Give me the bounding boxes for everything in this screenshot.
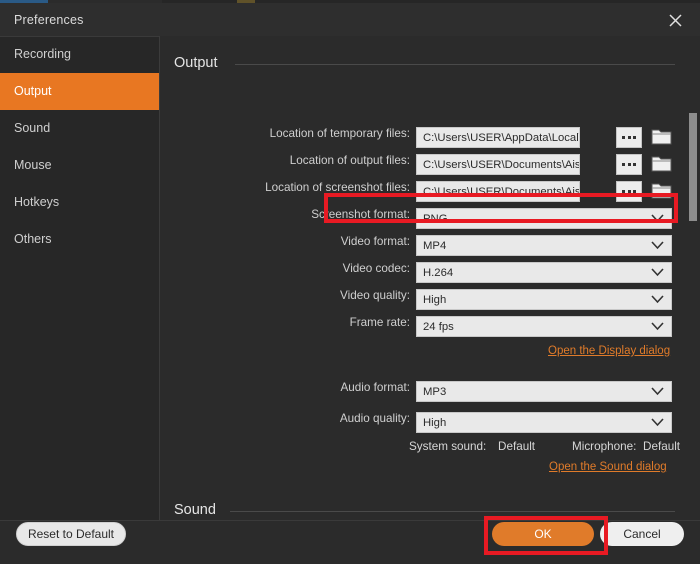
window-title: Preferences	[14, 13, 84, 27]
dot	[633, 190, 636, 193]
field-value: MP3	[417, 386, 446, 398]
settings-panel: Output Location of temporary files: C:\U…	[160, 36, 700, 520]
link-open-display-dialog[interactable]: Open the Display dialog	[548, 345, 670, 357]
title-bar: Preferences	[0, 3, 700, 36]
select-video-quality[interactable]: High	[416, 289, 672, 310]
chevron-down-icon	[651, 387, 664, 399]
label-location-temporary-files: Location of temporary files:	[160, 127, 410, 140]
chevron-down-icon	[651, 322, 664, 334]
sidebar-item-label: Recording	[14, 47, 71, 61]
folder-icon-temporary-files[interactable]	[651, 128, 672, 146]
input-location-screenshot-files[interactable]: C:\Users\USER\Documents\Aiseeso	[416, 181, 580, 202]
select-frame-rate[interactable]: 24 fps	[416, 316, 672, 337]
sidebar-item-recording[interactable]: Recording	[0, 36, 160, 73]
chevron-down-icon	[651, 241, 664, 253]
label-video-format: Video format:	[160, 235, 410, 248]
chevron-down-icon	[651, 418, 664, 430]
sidebar-item-hotkeys[interactable]: Hotkeys	[0, 184, 160, 221]
label-video-quality: Video quality:	[160, 289, 410, 302]
folder-icon-screenshot-files[interactable]	[651, 182, 672, 200]
dot	[628, 190, 631, 193]
browse-button-temporary-files[interactable]	[616, 127, 642, 148]
field-value: H.264	[417, 267, 453, 279]
scrollbar-thumb[interactable]	[689, 113, 697, 221]
cancel-button[interactable]: Cancel	[600, 522, 684, 546]
field-value: 24 fps	[417, 321, 454, 333]
select-screenshot-format[interactable]: PNG	[416, 208, 672, 229]
dot	[633, 163, 636, 166]
label-video-codec: Video codec:	[160, 262, 410, 275]
link-open-sound-dialog[interactable]: Open the Sound dialog	[549, 461, 667, 473]
folder-icon-output-files[interactable]	[651, 155, 672, 173]
label-system-sound: System sound:	[409, 440, 486, 453]
close-icon[interactable]	[660, 8, 690, 34]
field-value: High	[417, 294, 446, 306]
select-audio-quality[interactable]: High	[416, 412, 672, 433]
ok-button[interactable]: OK	[492, 522, 594, 546]
field-value: C:\Users\USER\Documents\Aiseeso	[417, 186, 580, 198]
select-video-codec[interactable]: H.264	[416, 262, 672, 283]
dot	[628, 136, 631, 139]
label-frame-rate: Frame rate:	[160, 316, 410, 329]
sidebar-item-label: Output	[14, 84, 52, 98]
value-system-sound: Default	[498, 440, 535, 453]
label-microphone: Microphone:	[572, 440, 636, 453]
section-heading-output: Output	[174, 55, 218, 71]
sidebar-item-label: Sound	[14, 121, 50, 135]
dot	[628, 163, 631, 166]
sidebar: Recording Output Sound Mouse Hotkeys Oth…	[0, 36, 160, 520]
select-video-format[interactable]: MP4	[416, 235, 672, 256]
sidebar-item-sound[interactable]: Sound	[0, 110, 160, 147]
dot	[622, 190, 625, 193]
section-rule	[230, 511, 675, 512]
section-rule	[235, 64, 675, 65]
browse-button-screenshot-files[interactable]	[616, 181, 642, 202]
label-audio-quality: Audio quality:	[160, 412, 410, 425]
dot	[633, 136, 636, 139]
field-value: MP4	[417, 240, 446, 252]
field-value: High	[417, 417, 446, 429]
input-location-output-files[interactable]: C:\Users\USER\Documents\Aiseeso	[416, 154, 580, 175]
reset-to-default-button[interactable]: Reset to Default	[16, 522, 126, 546]
label-screenshot-format: Screenshot format:	[160, 208, 410, 221]
sidebar-item-others[interactable]: Others	[0, 221, 160, 258]
dot	[622, 136, 625, 139]
field-value: C:\Users\USER\AppData\Local\Tem	[417, 132, 580, 144]
sidebar-item-label: Hotkeys	[14, 195, 59, 209]
dot	[622, 163, 625, 166]
field-value: C:\Users\USER\Documents\Aiseeso	[417, 159, 580, 171]
label-location-output-files: Location of output files:	[160, 154, 410, 167]
section-heading-sound: Sound	[174, 502, 216, 518]
select-audio-format[interactable]: MP3	[416, 381, 672, 402]
value-microphone: Default	[643, 440, 680, 453]
browse-button-output-files[interactable]	[616, 154, 642, 175]
label-location-screenshot-files: Location of screenshot files:	[160, 181, 410, 194]
sidebar-item-label: Others	[14, 232, 52, 246]
input-location-temporary-files[interactable]: C:\Users\USER\AppData\Local\Tem	[416, 127, 580, 148]
sidebar-item-output[interactable]: Output	[0, 73, 160, 110]
sidebar-item-label: Mouse	[14, 158, 52, 172]
chevron-down-icon	[651, 214, 664, 226]
field-value: PNG	[417, 213, 447, 225]
preferences-dialog: Preferences Recording Output Sound Mouse…	[0, 0, 700, 564]
chevron-down-icon	[651, 268, 664, 280]
chevron-down-icon	[651, 295, 664, 307]
label-audio-format: Audio format:	[160, 381, 410, 394]
sidebar-item-mouse[interactable]: Mouse	[0, 147, 160, 184]
